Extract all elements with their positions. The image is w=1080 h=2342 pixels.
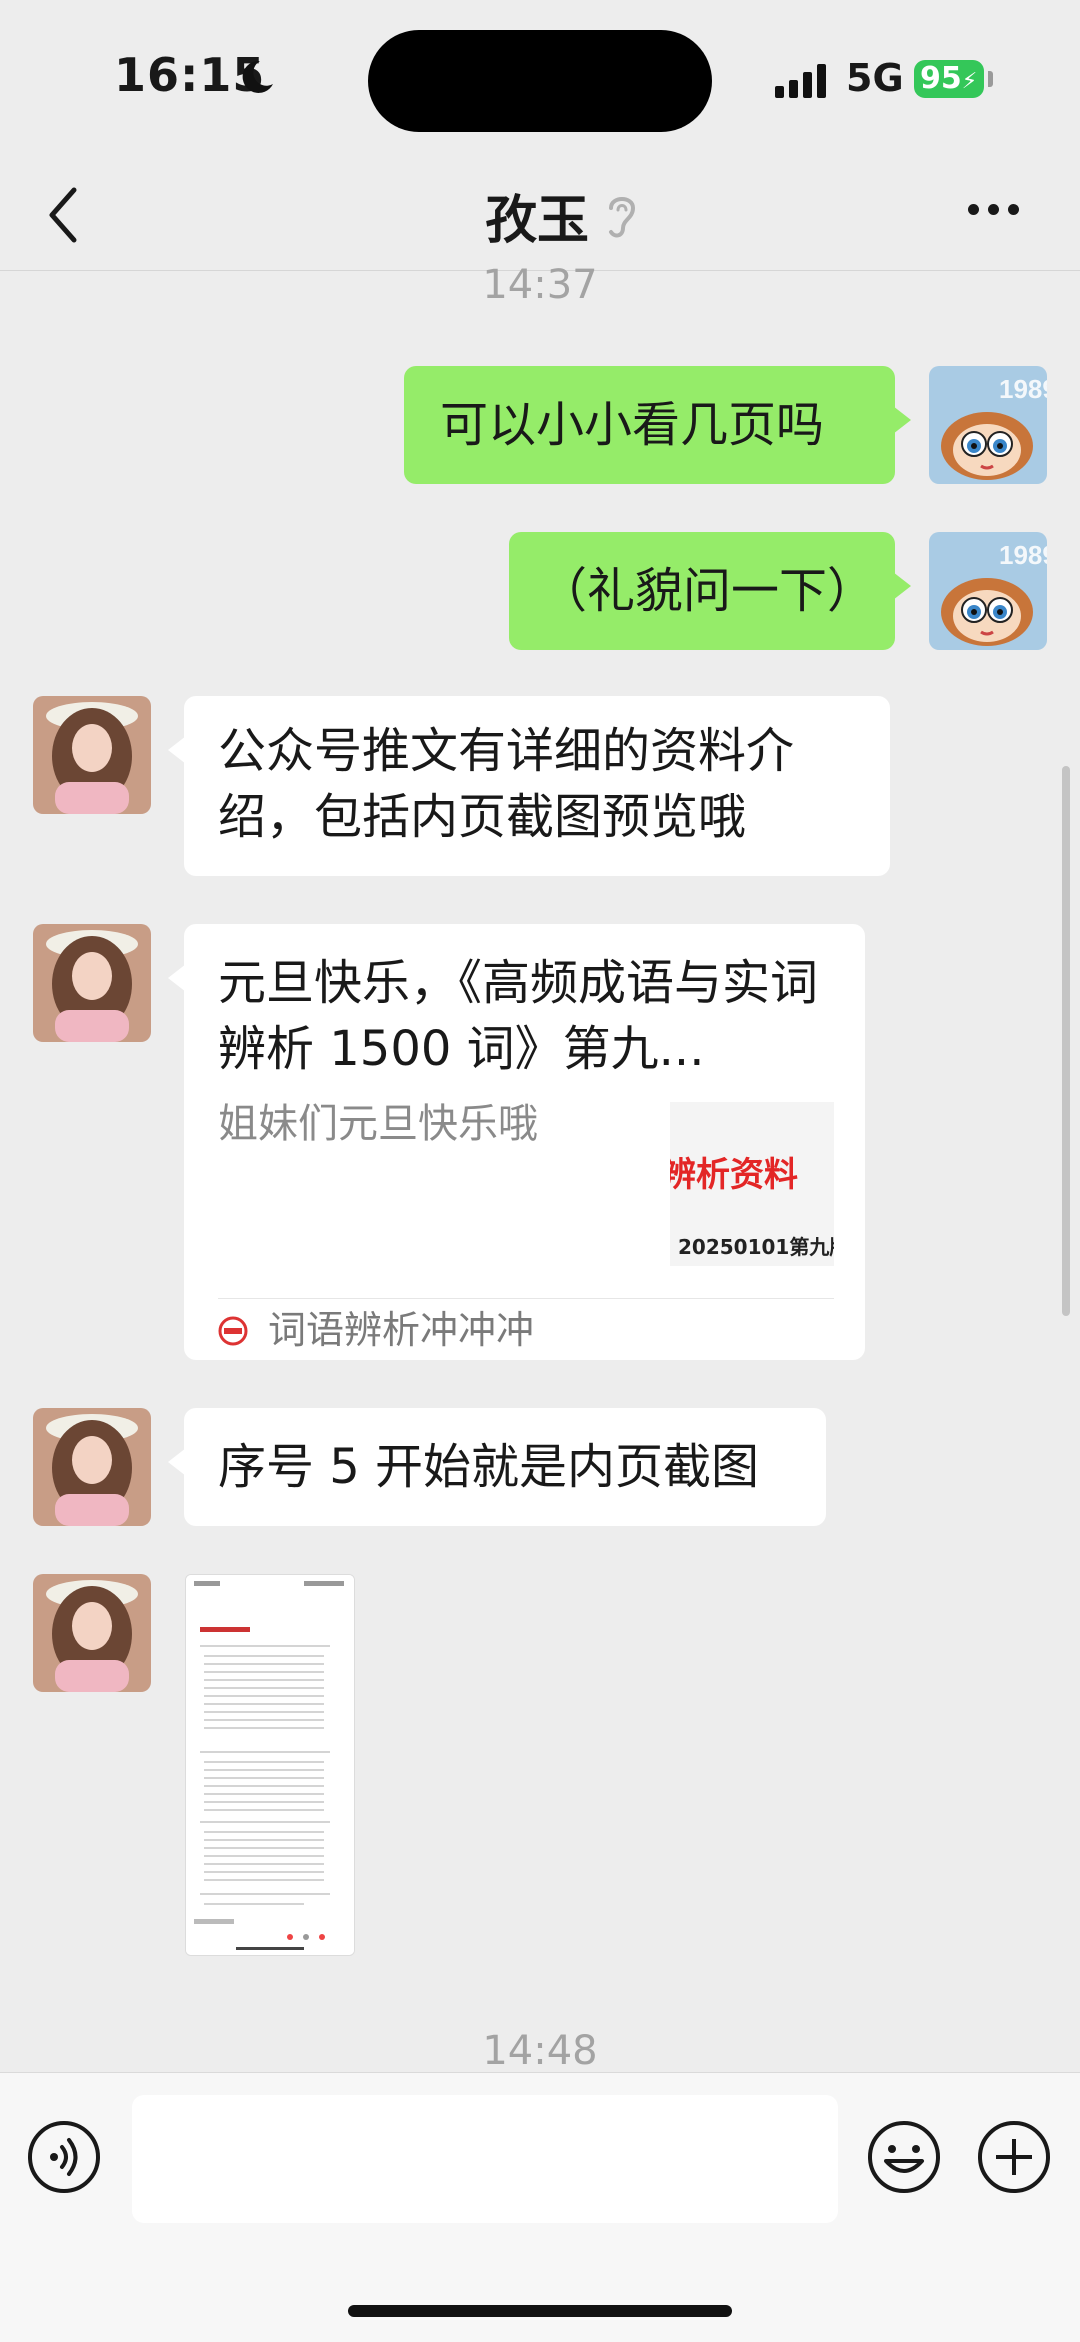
contact-avatar[interactable] bbox=[33, 1574, 151, 1692]
cartoon-avatar-icon: 1989 bbox=[929, 366, 1047, 484]
girl-photo-avatar-icon bbox=[33, 696, 151, 814]
my-avatar[interactable]: 1989 bbox=[929, 366, 1047, 484]
svg-text:1989: 1989 bbox=[999, 374, 1047, 404]
more-functions-button[interactable] bbox=[976, 2119, 1052, 2195]
message-input[interactable] bbox=[132, 2095, 838, 2223]
status-bar: 16:15 5G 95⚡ bbox=[0, 0, 1080, 160]
message-bubble-sent[interactable]: （礼貌问一下） bbox=[509, 532, 911, 650]
cartoon-avatar-icon: 1989 bbox=[929, 532, 1047, 650]
girl-photo-avatar-icon bbox=[33, 1574, 151, 1692]
emoji-button[interactable] bbox=[866, 2119, 942, 2195]
message-bubble-received[interactable]: 序号 5 开始就是内页截图 bbox=[168, 1408, 826, 1526]
more-options-button[interactable] bbox=[968, 200, 1028, 230]
message-text: 公众号推文有详细的资料介绍，包括内页截图预览哦 bbox=[218, 723, 795, 845]
moon-icon bbox=[242, 60, 273, 93]
chat-header: 孜玉 bbox=[0, 160, 1080, 271]
divider bbox=[218, 1298, 834, 1299]
dynamic-island bbox=[368, 30, 712, 132]
message-text: （礼貌问一下） bbox=[539, 563, 876, 619]
message-text: 序号 5 开始就是内页截图 bbox=[218, 1439, 760, 1495]
girl-photo-avatar-icon bbox=[33, 924, 151, 1042]
svg-text:1989: 1989 bbox=[999, 540, 1047, 570]
article-card[interactable]: 元旦快乐，《高频成语与实词辨析 1500 词》第九... 姐妹们元旦快乐哦 辨析… bbox=[168, 924, 865, 1360]
network-type: 5G bbox=[846, 56, 904, 100]
contact-avatar[interactable] bbox=[33, 924, 151, 1042]
article-source: 词语辨析冲冲冲 bbox=[268, 1308, 535, 1352]
scrollbar[interactable] bbox=[1062, 766, 1070, 1316]
voice-input-button[interactable] bbox=[28, 2121, 100, 2193]
screenshot-preview-icon bbox=[186, 1575, 354, 1955]
message-text: 可以小小看几页吗 bbox=[440, 397, 825, 453]
back-chevron-icon[interactable] bbox=[40, 180, 90, 250]
contact-avatar[interactable] bbox=[33, 1408, 151, 1526]
my-avatar[interactable]: 1989 bbox=[929, 532, 1047, 650]
home-indicator[interactable] bbox=[348, 2305, 732, 2317]
article-thumbnail: 辨析资料 20250101第九版 bbox=[670, 1102, 834, 1266]
image-message[interactable] bbox=[185, 1574, 355, 1956]
article-title: 元旦快乐，《高频成语与实词辨析 1500 词》第九... bbox=[218, 955, 819, 1077]
timestamp: 14:48 bbox=[482, 2028, 598, 2074]
voice-icon bbox=[50, 2138, 78, 2176]
thumbnail-heading: 辨析资料 bbox=[670, 1155, 798, 1195]
timestamp: 14:37 bbox=[482, 262, 598, 308]
message-bubble-sent[interactable]: 可以小小看几页吗 bbox=[404, 366, 911, 484]
thumbnail-edition: 20250101第九版 bbox=[678, 1235, 834, 1259]
girl-photo-avatar-icon bbox=[33, 1408, 151, 1526]
input-bar bbox=[0, 2072, 1080, 2342]
account-logo-icon bbox=[218, 1316, 248, 1346]
contact-avatar[interactable] bbox=[33, 696, 151, 814]
article-description: 姐妹们元旦快乐哦 bbox=[218, 1101, 538, 1147]
cellular-signal-icon bbox=[775, 62, 831, 98]
battery-tip bbox=[988, 71, 993, 87]
battery-icon: 95⚡ bbox=[914, 60, 984, 98]
contact-name: 孜玉 bbox=[485, 191, 590, 251]
battery-level: 95 bbox=[920, 61, 962, 96]
earpiece-mode-icon bbox=[609, 197, 636, 238]
message-bubble-received[interactable]: 公众号推文有详细的资料介绍，包括内页截图预览哦 bbox=[168, 696, 890, 876]
